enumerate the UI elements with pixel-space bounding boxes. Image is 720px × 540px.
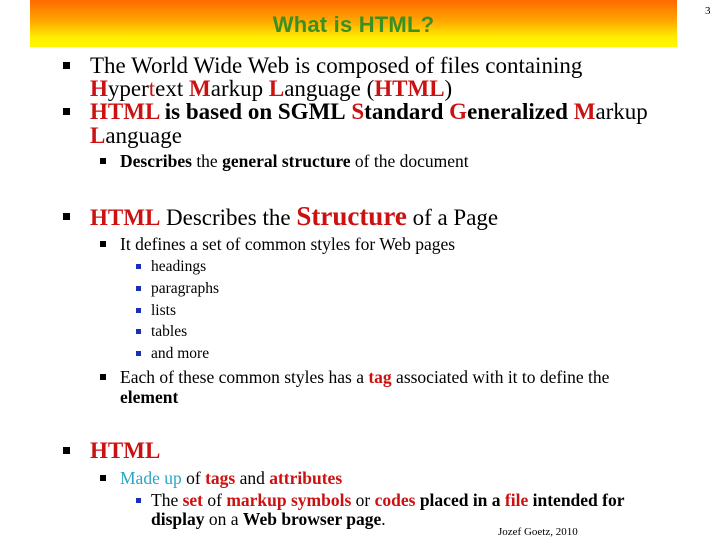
text: The	[151, 490, 183, 510]
text: paragraphs	[151, 280, 219, 297]
text: the	[191, 151, 223, 171]
text: .	[381, 509, 386, 529]
list-item: tables	[151, 322, 187, 342]
bullet-icon	[136, 498, 141, 503]
file-keyword: file	[504, 490, 529, 510]
generalized-initial: G	[449, 99, 468, 124]
set-keyword: set	[182, 490, 203, 510]
footer-author: Jozef Goetz, 2010	[498, 526, 578, 538]
bullet-3: HTML Describes the Structure of a Page	[90, 203, 499, 230]
text: anguage	[105, 123, 182, 148]
bullet-2-line-1: HTML is based on SGML Standard Generaliz…	[90, 100, 648, 123]
bullet-icon	[63, 62, 70, 69]
text: display	[151, 509, 205, 529]
text: and more	[151, 345, 210, 362]
bullet-icon	[63, 213, 70, 220]
text: general structure	[222, 151, 351, 171]
sgml-keyword: SGML	[277, 99, 346, 124]
title-bar: What is HTML?	[30, 0, 677, 47]
bullet-1-line-1: The World Wide Web is composed of files …	[90, 54, 582, 77]
attributes-keyword: attributes	[269, 468, 343, 488]
bullet-icon	[136, 329, 141, 334]
list-item: paragraphs	[151, 279, 219, 299]
text: anguage (	[284, 76, 375, 101]
language-initial: L	[90, 123, 106, 148]
text: tables	[151, 323, 188, 340]
text: eneralized	[467, 99, 574, 124]
text: It defines a set of common styles for We…	[120, 234, 456, 254]
markup-initial: M	[189, 76, 211, 101]
list-item: lists	[151, 301, 176, 321]
text: The World Wide Web is composed of files …	[90, 53, 583, 78]
html-acronym: HTML	[374, 76, 445, 101]
text: or	[351, 490, 375, 510]
html-keyword: HTML	[90, 99, 160, 124]
bullet-4-sub: Made up of tags and attributes	[120, 468, 342, 488]
text: is based on	[159, 99, 278, 124]
text: lists	[151, 302, 176, 319]
markup-symbols-keyword: markup symbols	[226, 490, 352, 510]
bullet-4-sub-sub-line-1: The set of markup symbols or codes place…	[151, 490, 625, 510]
bullet-icon	[63, 108, 70, 115]
html-keyword: HTML	[90, 438, 161, 463]
slide-title: What is HTML?	[272, 11, 435, 37]
text: yper	[107, 76, 149, 101]
made-up-text: Made up	[120, 468, 182, 488]
bullet-4-sub-sub-line-2: display on a Web browser page.	[151, 509, 386, 529]
bullet-icon	[136, 264, 141, 269]
bullet-icon	[63, 447, 70, 454]
bullet-3-sub-2-line-1: Each of these common styles has a tag as…	[120, 367, 609, 387]
tags-keyword: tags	[205, 468, 236, 488]
bullet-icon	[100, 374, 106, 380]
text: of	[203, 490, 227, 510]
bullet-icon	[136, 308, 141, 313]
text: Describes	[120, 151, 192, 171]
text: arkup	[595, 99, 648, 124]
list-item: headings	[151, 257, 206, 277]
page-number: 3	[705, 5, 711, 17]
bullet-icon	[100, 158, 106, 164]
element-keyword: element	[120, 387, 179, 407]
text: )	[444, 76, 453, 101]
text: of the document	[350, 151, 469, 171]
text: Describes the	[160, 205, 297, 230]
structure-keyword: Structure	[296, 201, 407, 231]
bullet-3-sub-2-line-2: element	[120, 387, 178, 407]
html-keyword: HTML	[90, 205, 161, 230]
text: of a Page	[406, 205, 499, 230]
bullet-4: HTML	[90, 439, 160, 462]
codes-keyword: codes	[374, 490, 416, 510]
bullet-icon	[136, 286, 141, 291]
bullet-icon	[100, 241, 106, 247]
tag-keyword: tag	[368, 367, 392, 387]
bullet-1-line-2: Hypertext Markup Language (HTML)	[90, 77, 452, 100]
text: tandard	[364, 99, 450, 124]
text: Each of these common styles has a	[120, 367, 369, 387]
text: of	[181, 468, 206, 488]
text: Web browser page	[242, 509, 382, 529]
text: placed in a	[415, 490, 505, 510]
text: on a	[204, 509, 243, 529]
bullet-2-line-2: Language	[90, 124, 182, 147]
text: arkup	[210, 76, 269, 101]
standard-initial: S	[351, 99, 365, 124]
list-item: and more	[151, 344, 209, 364]
text: intended for	[528, 490, 625, 510]
bullet-2-sub: Describes the general structure of the d…	[120, 151, 469, 171]
text: and	[235, 468, 270, 488]
bullet-icon	[136, 351, 141, 356]
bullet-icon	[100, 475, 106, 481]
text: associated with it to define the	[391, 367, 610, 387]
text: ext	[155, 76, 190, 101]
markup-initial: M	[573, 99, 596, 124]
hypertext-initial: H	[90, 76, 108, 101]
language-initial: L	[268, 76, 285, 101]
text: headings	[151, 258, 207, 275]
bullet-3-sub-1: It defines a set of common styles for We…	[120, 234, 455, 254]
